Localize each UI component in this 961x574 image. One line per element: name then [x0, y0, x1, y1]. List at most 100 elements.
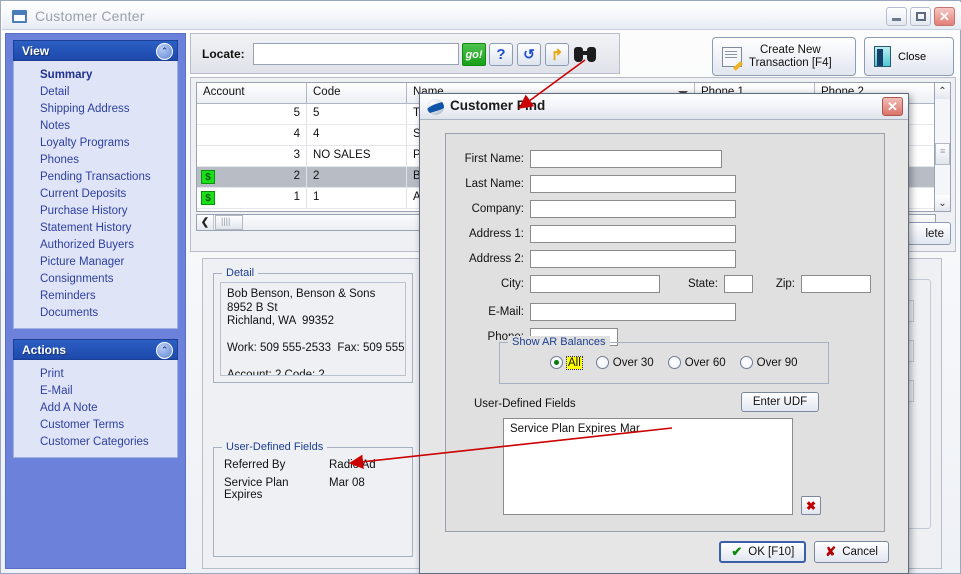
- scrollbar-thumb[interactable]: [935, 143, 950, 165]
- scroll-left-icon[interactable]: ❮: [197, 215, 214, 230]
- maximize-button[interactable]: [910, 7, 931, 26]
- dialog-title: Customer Find: [450, 98, 546, 113]
- sidebar-item-add-a-note[interactable]: Add A Note: [14, 399, 177, 416]
- question-icon: ?: [496, 46, 506, 63]
- enter-udf-button[interactable]: Enter UDF: [741, 392, 819, 412]
- cell-account-value: 1: [293, 191, 300, 203]
- window-title: Customer Center: [35, 8, 145, 24]
- view-panel: View ⌃ Summary Detail Shipping Address N…: [13, 40, 178, 329]
- cell-account-value: 2: [293, 170, 300, 182]
- zip-field[interactable]: [801, 275, 871, 293]
- sidebar-item-consignments[interactable]: Consignments: [14, 270, 177, 287]
- sidebar-item-print[interactable]: Print: [14, 365, 177, 382]
- chevron-up-icon[interactable]: ⌃: [156, 43, 173, 60]
- sidebar-item-current-deposits[interactable]: Current Deposits: [14, 185, 177, 202]
- cancel-button[interactable]: ✘ Cancel: [814, 541, 889, 563]
- cell-code: 2: [307, 167, 407, 187]
- column-header-code[interactable]: Code: [307, 83, 407, 103]
- locate-input[interactable]: [253, 43, 459, 65]
- cell-account: $1: [197, 188, 307, 208]
- last-name-label: Last Name:: [465, 178, 524, 190]
- window-controls: ✕: [886, 7, 955, 26]
- locate-label: Locate:: [202, 47, 245, 61]
- address2-label: Address 2:: [469, 253, 524, 265]
- minimize-button[interactable]: [886, 7, 907, 26]
- x-icon: ✘: [825, 544, 837, 559]
- actions-panel-header[interactable]: Actions ⌃: [13, 339, 178, 360]
- radio-icon[interactable]: [667, 356, 681, 369]
- cell-code: 5: [307, 104, 407, 124]
- list-item[interactable]: Service Plan Expires Mar: [510, 423, 786, 435]
- column-header-account[interactable]: Account: [197, 83, 307, 103]
- ar-balances-radios: All Over 30 Over 60 Over 90: [550, 355, 798, 370]
- radio-over-30-label: Over 30: [612, 356, 654, 369]
- radio-over-60[interactable]: Over 60: [667, 356, 726, 369]
- dialog-udf-list[interactable]: Service Plan Expires Mar: [503, 418, 793, 515]
- sidebar-item-phones[interactable]: Phones: [14, 151, 177, 168]
- sidebar-item-summary[interactable]: Summary: [14, 66, 177, 83]
- sidebar-item-customer-categories[interactable]: Customer Categories: [14, 433, 177, 450]
- close-window-button[interactable]: ✕: [934, 7, 955, 26]
- address2-field[interactable]: [530, 250, 736, 268]
- locate-toolbar: Locate: go! ? ↺ ↱: [190, 33, 620, 74]
- cell-code: NO SALES: [307, 146, 407, 166]
- go-button[interactable]: go!: [462, 43, 486, 66]
- sidebar-item-email[interactable]: E-Mail: [14, 382, 177, 399]
- sidebar-item-notes[interactable]: Notes: [14, 117, 177, 134]
- company-label: Company:: [471, 203, 524, 215]
- sidebar-item-documents[interactable]: Documents: [14, 304, 177, 321]
- scroll-down-icon[interactable]: ⌄: [935, 195, 950, 211]
- view-panel-header[interactable]: View ⌃: [13, 40, 178, 61]
- delete-udf-button[interactable]: ✖: [801, 496, 821, 515]
- ok-button[interactable]: ✔ OK [F10]: [719, 541, 807, 563]
- radio-over-90[interactable]: Over 90: [739, 356, 798, 369]
- close-button-label: Close: [898, 50, 927, 63]
- right-stub-group: [902, 279, 931, 529]
- customer-find-button[interactable]: [573, 43, 597, 66]
- close-button[interactable]: Close: [864, 37, 954, 76]
- radio-icon[interactable]: [739, 356, 753, 369]
- sidebar-item-reminders[interactable]: Reminders: [14, 287, 177, 304]
- email-field[interactable]: [530, 303, 736, 321]
- close-icon: ✕: [939, 8, 950, 24]
- jump-button[interactable]: ↱: [545, 43, 569, 66]
- sidebar-item-statement-history[interactable]: Statement History: [14, 219, 177, 236]
- sidebar-item-loyalty-programs[interactable]: Loyalty Programs: [14, 134, 177, 151]
- first-name-field[interactable]: [530, 150, 722, 168]
- grid-vertical-scrollbar[interactable]: ⌃ ⌄: [934, 82, 951, 212]
- scrollbar-thumb[interactable]: [215, 215, 243, 230]
- sidebar-item-detail[interactable]: Detail: [14, 83, 177, 100]
- dialog-close-button[interactable]: ✕: [882, 97, 903, 116]
- document-pencil-icon: [722, 46, 742, 67]
- company-field[interactable]: [530, 200, 736, 218]
- sidebar-item-authorized-buyers[interactable]: Authorized Buyers: [14, 236, 177, 253]
- radio-all[interactable]: All: [550, 355, 583, 370]
- sidebar-item-pending-transactions[interactable]: Pending Transactions: [14, 168, 177, 185]
- sidebar-item-purchase-history[interactable]: Purchase History: [14, 202, 177, 219]
- detail-fieldset: Detail Bob Benson, Benson & Sons 8952 B …: [213, 267, 413, 383]
- city-label: City:: [501, 278, 524, 290]
- sidebar-item-shipping-address[interactable]: Shipping Address: [14, 100, 177, 117]
- create-new-transaction-button[interactable]: Create New Transaction [F4]: [712, 37, 856, 76]
- radio-icon-selected[interactable]: [550, 356, 563, 369]
- dialog-body: First Name: Last Name: Company: Address …: [420, 120, 908, 573]
- dialog-udf-label: User-Defined Fields: [474, 398, 576, 410]
- radio-over-30[interactable]: Over 30: [595, 356, 654, 369]
- radio-icon[interactable]: [595, 356, 609, 369]
- chevron-up-icon[interactable]: ⌃: [156, 342, 173, 359]
- scroll-up-icon[interactable]: ⌃: [935, 83, 950, 99]
- ar-balance-icon: $: [201, 170, 215, 184]
- cell-code: 4: [307, 125, 407, 145]
- state-field[interactable]: [724, 275, 753, 293]
- sidebar-item-customer-terms[interactable]: Customer Terms: [14, 416, 177, 433]
- state-label: State:: [687, 278, 718, 290]
- last-name-field[interactable]: [530, 175, 736, 193]
- udf-key: Service Plan Expires: [224, 477, 289, 501]
- refresh-button[interactable]: ↺: [517, 43, 541, 66]
- red-x-icon: ✖: [805, 498, 817, 513]
- dialog-panel: First Name: Last Name: Company: Address …: [445, 133, 885, 532]
- city-field[interactable]: [530, 275, 660, 293]
- address1-field[interactable]: [530, 225, 736, 243]
- help-button[interactable]: ?: [489, 43, 513, 66]
- sidebar-item-picture-manager[interactable]: Picture Manager: [14, 253, 177, 270]
